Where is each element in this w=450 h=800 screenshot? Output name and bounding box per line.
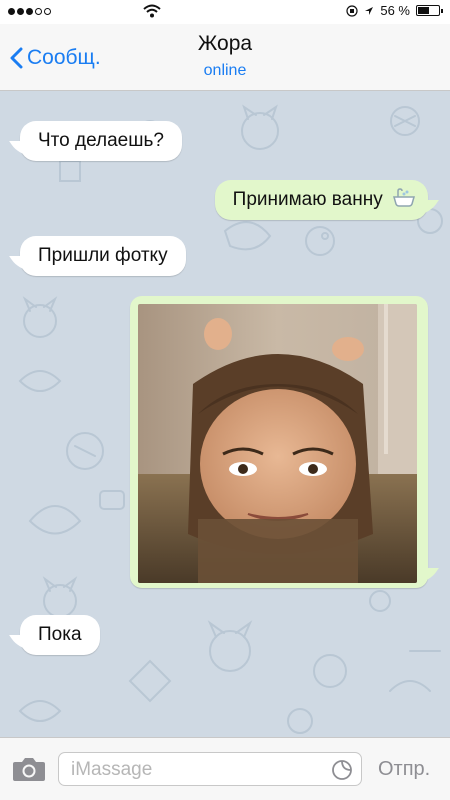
battery-icon	[416, 5, 443, 16]
message-incoming[interactable]: Что делаешь?	[9, 121, 182, 161]
wifi-icon	[143, 4, 161, 18]
message-incoming[interactable]: Пока	[9, 615, 100, 655]
location-icon	[365, 6, 374, 15]
orientation-lock-icon	[346, 4, 358, 17]
chat-area[interactable]: Что делаешь? Принимаю ванну Пришли фотку	[0, 91, 450, 737]
message-outgoing-photo[interactable]	[130, 296, 439, 588]
message-incoming[interactable]: Пришли фотку	[9, 236, 186, 276]
message-text: Пока	[38, 624, 82, 645]
camera-icon[interactable]	[12, 756, 46, 782]
signal-strength-icon	[8, 8, 51, 15]
message-text: Что делаешь?	[38, 130, 164, 151]
chat-header: Сообщ. Жора online	[0, 24, 450, 91]
sticker-icon[interactable]	[331, 759, 353, 781]
message-text: Принимаю ванну	[232, 189, 383, 210]
bath-photo[interactable]	[138, 304, 417, 583]
bathtub-emoji-icon	[393, 188, 415, 207]
input-bar: Отпр.	[0, 737, 450, 800]
message-outgoing[interactable]: Принимаю ванну	[214, 180, 439, 220]
photo-image	[138, 304, 417, 583]
status-bar: 56 %	[0, 0, 450, 24]
send-button[interactable]: Отпр.	[378, 758, 430, 781]
battery-percent: 56 %	[380, 3, 410, 18]
contact-status: online	[203, 62, 247, 79]
message-field[interactable]	[58, 752, 362, 786]
message-input[interactable]	[69, 757, 323, 783]
contact-name[interactable]: Жора	[0, 32, 450, 56]
message-text: Пришли фотку	[38, 245, 168, 266]
